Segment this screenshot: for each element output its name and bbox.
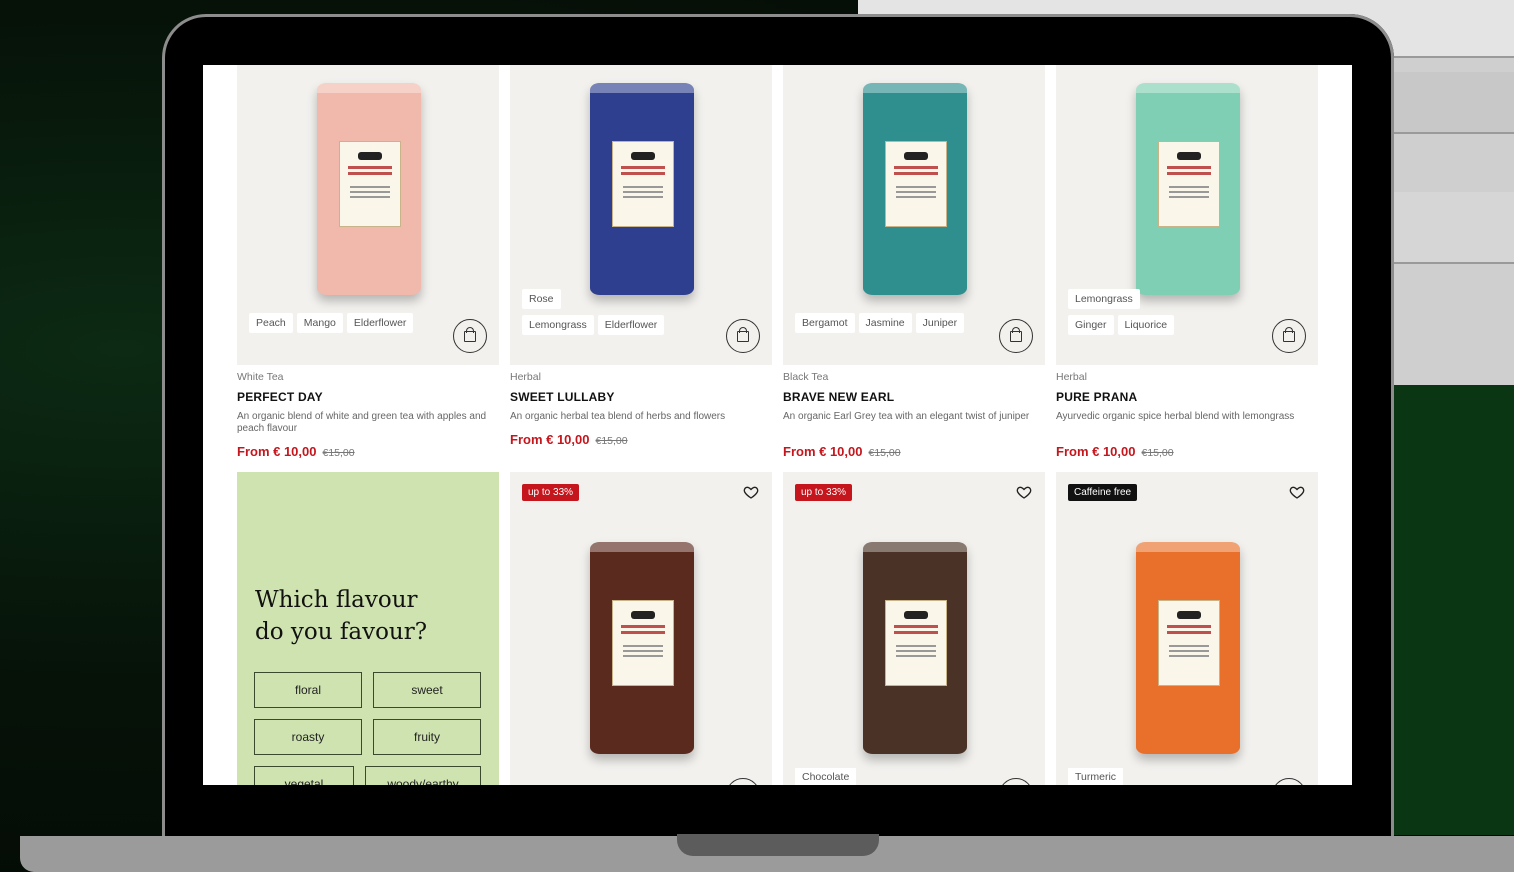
- old-price: €15,00: [595, 435, 628, 447]
- tag: Liquorice: [1117, 315, 1175, 335]
- tag: Chocolate: [795, 768, 857, 785]
- tea-can-image: [317, 83, 421, 295]
- old-price: €15,00: [322, 447, 355, 459]
- tag: Turmeric: [1068, 768, 1124, 785]
- quiz-option-woody-earthy[interactable]: woody/earthy: [365, 766, 481, 785]
- product-price: From € 10,00 €15,00: [237, 444, 355, 459]
- product-category: White Tea: [237, 371, 284, 383]
- flavour-tags: Bergamot Jasmine Juniper: [795, 313, 995, 339]
- heart-icon[interactable]: [1289, 484, 1305, 500]
- flavour-quiz-panel: Which flavour do you favour? floral sweet…: [237, 472, 499, 785]
- tag: Lemongrass: [522, 315, 594, 335]
- tag: Jasmine: [858, 313, 912, 333]
- quiz-option-floral[interactable]: floral: [254, 672, 362, 708]
- tea-can-image: [590, 542, 694, 754]
- quiz-option-sweet[interactable]: sweet: [373, 672, 481, 708]
- caffeine-free-badge: Caffeine free: [1068, 484, 1138, 501]
- product-card-harbour-classic-chai[interactable]: up to 33%: [510, 472, 772, 785]
- add-to-bag-icon[interactable]: [1272, 778, 1306, 785]
- tea-can-image: [863, 83, 967, 295]
- product-card-chocolate-cure[interactable]: up to 33% Chocolate: [783, 472, 1045, 785]
- product-name[interactable]: PERFECT DAY: [237, 390, 323, 404]
- add-to-bag-icon[interactable]: [726, 778, 760, 785]
- product-image-tile[interactable]: Bergamot Jasmine Juniper: [783, 65, 1045, 365]
- screen: Peach Mango Elderflower White Tea PERFECT …: [203, 65, 1352, 785]
- product-image-tile[interactable]: Peach Mango Elderflower: [237, 65, 499, 365]
- tag: Elderflower: [597, 315, 665, 335]
- quiz-option-fruity[interactable]: fruity: [373, 719, 481, 755]
- discount-badge: up to 33%: [795, 484, 853, 501]
- tag: Lemongrass: [1068, 289, 1140, 309]
- product-name[interactable]: SWEET LULLABY: [510, 390, 615, 404]
- product-category: Black Tea: [783, 371, 829, 383]
- add-to-bag-icon[interactable]: [999, 778, 1033, 785]
- flavour-tags: Peach Mango Elderflower: [249, 313, 449, 339]
- product-price: From € 10,00 €15,00: [783, 444, 901, 459]
- product-description: An organic herbal tea blend of herbs and…: [510, 411, 726, 422]
- tag: Ginger: [1068, 315, 1114, 335]
- tea-can-image: [1136, 542, 1240, 754]
- tag: Juniper: [915, 313, 965, 333]
- quiz-option-vegetal[interactable]: vegetal: [254, 766, 354, 785]
- flavour-tags: Lemongrass Ginger Liquorice: [1068, 289, 1228, 341]
- product-price: From € 10,00 €15,00: [510, 432, 628, 447]
- product-category: Herbal: [510, 371, 541, 383]
- quiz-title: Which flavour do you favour?: [255, 587, 428, 645]
- heart-icon[interactable]: [1016, 484, 1032, 500]
- tag: Rose: [522, 289, 561, 309]
- old-price: €15,00: [1141, 447, 1174, 459]
- add-to-bag-icon[interactable]: [999, 319, 1033, 353]
- product-description: An organic Earl Grey tea with an elegant…: [783, 411, 1030, 422]
- laptop-notch: [677, 834, 879, 856]
- tea-can-image: [863, 542, 967, 754]
- product-category: Herbal: [1056, 371, 1087, 383]
- flavour-tags: Rose Lemongrass Elderflower: [522, 289, 682, 341]
- tea-can-image: [1136, 83, 1240, 295]
- product-price: From € 10,00 €15,00: [1056, 444, 1174, 459]
- product-image-tile[interactable]: Rose Lemongrass Elderflower: [510, 65, 772, 365]
- add-to-bag-icon[interactable]: [453, 319, 487, 353]
- product-description: Ayurvedic organic spice herbal blend wit…: [1056, 411, 1295, 422]
- tag: Mango: [296, 313, 343, 333]
- product-name[interactable]: PURE PRANA: [1056, 390, 1137, 404]
- discount-badge: up to 33%: [522, 484, 580, 501]
- quiz-option-roasty[interactable]: roasty: [254, 719, 362, 755]
- product-description: An organic blend of white and green tea …: [237, 411, 487, 434]
- tag: Peach: [249, 313, 293, 333]
- add-to-bag-icon[interactable]: [726, 319, 760, 353]
- tea-can-image: [590, 83, 694, 295]
- product-card-golden-boost[interactable]: Caffeine free Turmeric: [1056, 472, 1318, 785]
- product-image-tile[interactable]: Lemongrass Ginger Liquorice: [1056, 65, 1318, 365]
- tag: Elderflower: [346, 313, 414, 333]
- heart-icon[interactable]: [743, 484, 759, 500]
- product-name[interactable]: BRAVE NEW EARL: [783, 390, 894, 404]
- background-green-block: [1392, 385, 1514, 835]
- old-price: €15,00: [868, 447, 901, 459]
- tag: Bergamot: [795, 313, 855, 333]
- add-to-bag-icon[interactable]: [1272, 319, 1306, 353]
